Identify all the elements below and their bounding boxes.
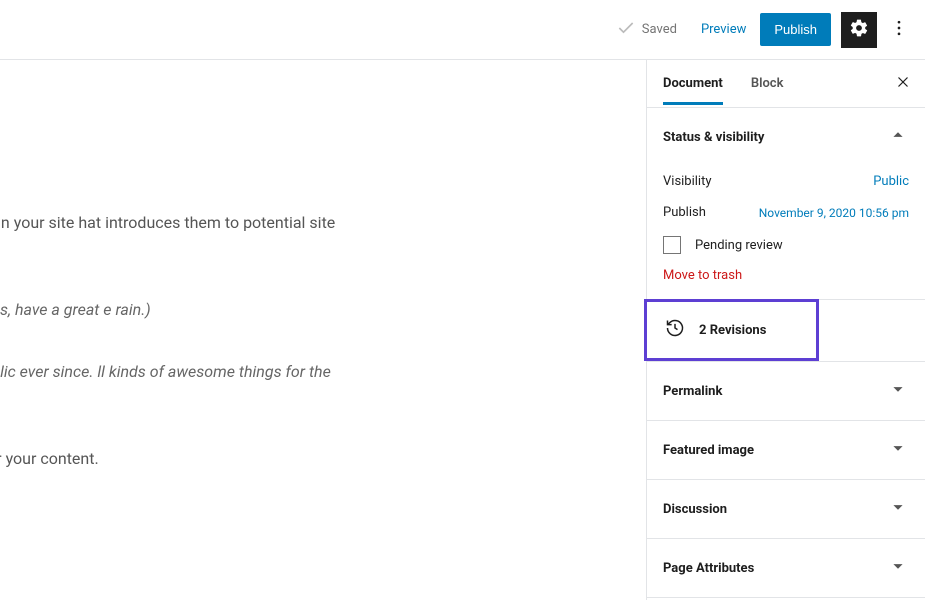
close-icon (894, 73, 912, 95)
panel-revisions: 2 Revisions (647, 300, 925, 362)
panel-header-discussion[interactable]: Discussion (647, 480, 925, 538)
panel-page-attributes: Page Attributes (647, 539, 925, 598)
pending-review-label: Pending review (695, 238, 783, 253)
main-area: ll stay in one place and will show up in… (0, 60, 925, 600)
panel-header-status[interactable]: Status & visibility (647, 108, 925, 166)
visibility-value-link[interactable]: Public (873, 174, 909, 189)
tab-block[interactable]: Block (751, 62, 784, 105)
row-pending-review: Pending review (663, 228, 909, 268)
editor-paragraph[interactable]: e this page and create new pages for you… (0, 446, 340, 472)
gear-icon (849, 18, 869, 42)
panel-status-visibility: Status & visibility Visibility Public Pu… (647, 108, 925, 300)
panel-body-status: Visibility Public Publish November 9, 20… (647, 166, 925, 299)
close-sidebar-button[interactable] (893, 74, 913, 94)
chevron-down-icon (887, 437, 909, 463)
panel-title: Featured image (663, 443, 754, 458)
panel-header-permalink[interactable]: Permalink (647, 362, 925, 420)
chevron-down-icon (887, 496, 909, 522)
chevron-down-icon (887, 378, 909, 404)
editor-paragraph[interactable]: this is my website. I live in Los Angele… (0, 297, 340, 323)
tab-document[interactable]: Document (663, 62, 723, 105)
row-visibility: Visibility Public (663, 166, 909, 197)
publish-button[interactable]: Publish (760, 13, 831, 46)
chevron-down-icon (887, 555, 909, 581)
publish-date-link[interactable]: November 9, 2020 10:56 pm (759, 206, 909, 220)
panel-discussion: Discussion (647, 480, 925, 539)
history-icon (665, 318, 685, 342)
revisions-label: 2 Revisions (699, 323, 766, 338)
panel-featured-image: Featured image (647, 421, 925, 480)
revisions-link[interactable]: 2 Revisions (644, 299, 819, 361)
saved-label: Saved (642, 22, 677, 37)
editor-canvas[interactable]: ll stay in one place and will show up in… (0, 60, 646, 600)
panel-header-featured-image[interactable]: Featured image (647, 421, 925, 479)
visibility-label: Visibility (663, 174, 712, 189)
saved-status: Saved (616, 18, 677, 42)
more-menu-button[interactable] (881, 12, 917, 48)
panel-title: Page Attributes (663, 561, 754, 576)
panel-header-page-attributes[interactable]: Page Attributes (647, 539, 925, 597)
settings-button[interactable] (841, 12, 877, 48)
panel-permalink: Permalink (647, 362, 925, 421)
kebab-icon (889, 18, 909, 42)
chevron-up-icon (887, 124, 909, 150)
row-publish-date: Publish November 9, 2020 10:56 pm (663, 197, 909, 228)
panel-title: Permalink (663, 384, 722, 399)
editor-paragraph[interactable]: roviding quality doohickeys to the publi… (0, 359, 340, 410)
check-icon (616, 18, 636, 42)
settings-sidebar: Document Block Status & visibility Visib… (646, 60, 925, 600)
publish-label: Publish (663, 205, 706, 220)
panel-title: Status & visibility (663, 130, 764, 145)
pending-review-checkbox[interactable] (663, 236, 681, 254)
panel-title: Discussion (663, 502, 727, 517)
move-to-trash-link[interactable]: Move to trash (663, 268, 909, 283)
preview-button[interactable]: Preview (691, 16, 756, 43)
top-toolbar: Saved Preview Publish (0, 0, 925, 60)
sidebar-tabs: Document Block (647, 60, 925, 108)
editor-paragraph[interactable]: ll stay in one place and will show up in… (0, 210, 340, 261)
